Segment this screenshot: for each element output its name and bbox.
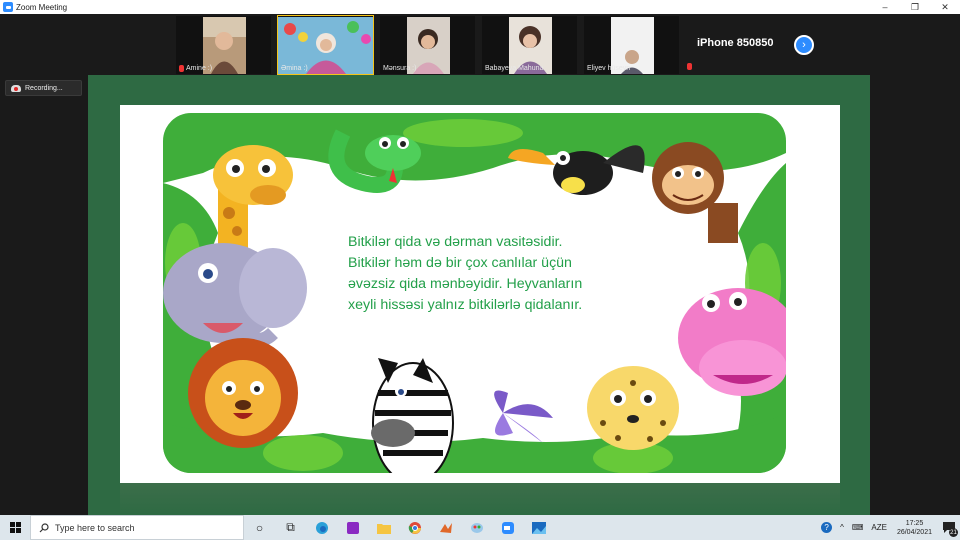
file-explorer-icon[interactable] xyxy=(368,515,399,540)
windows-taskbar: Type here to search ○ ⧉ ? ^ ⌨ AZE 17:25 … xyxy=(0,515,960,540)
participant-tile[interactable]: Amine :) xyxy=(175,15,272,75)
participant-tile-name-only[interactable]: iPhone 850850 xyxy=(680,15,790,75)
notification-center-button[interactable]: 21 xyxy=(938,515,960,540)
help-icon[interactable]: ? xyxy=(821,522,833,533)
maximize-button[interactable]: ❐ xyxy=(900,0,930,14)
task-view-icon[interactable]: ⧉ xyxy=(275,515,306,540)
recording-label: Recording... xyxy=(25,84,63,92)
clock-time: 17:25 xyxy=(905,519,924,527)
participant-name: Babayeva Mahuna xyxy=(485,65,544,72)
edge-icon[interactable] xyxy=(306,515,337,540)
start-button[interactable] xyxy=(0,515,30,540)
close-button[interactable]: ✕ xyxy=(930,0,960,14)
taskbar-search[interactable]: Type here to search xyxy=(30,515,244,540)
participant-tile[interactable]: Babayeva Mahuna xyxy=(481,15,578,75)
participant-label: Əmina :) xyxy=(281,65,308,72)
clock[interactable]: 17:25 26/04/2021 xyxy=(897,519,932,537)
matlab-icon[interactable] xyxy=(430,515,461,540)
minimize-button[interactable]: – xyxy=(870,0,900,14)
participant-name: iPhone 850850 xyxy=(697,37,774,49)
notification-count: 21 xyxy=(949,528,958,537)
clock-date: 26/04/2021 xyxy=(896,528,932,536)
participant-label: Amine :) xyxy=(179,65,212,72)
slide-text-line: Bitkilər qida və dərman vasitəsidir. xyxy=(348,234,563,250)
participant-label: Mənsura :) xyxy=(383,65,416,72)
cortana-icon[interactable]: ○ xyxy=(244,515,275,540)
system-tray: ? ^ ⌨ AZE 17:25 26/04/2021 21 xyxy=(817,515,960,540)
window-title: Zoom Meeting xyxy=(16,2,68,12)
keyboard-icon[interactable]: ⌨ xyxy=(852,523,864,532)
participant-name: Mənsura :) xyxy=(383,65,417,72)
tray-overflow-chevron-icon[interactable]: ^ xyxy=(840,523,844,532)
muted-mic-icon xyxy=(687,63,692,70)
participant-tile[interactable]: Eliyev hüseyn xyxy=(583,15,680,75)
windows-logo-icon xyxy=(9,522,21,533)
paint-icon[interactable] xyxy=(461,515,492,540)
slide-text-line: Bitkilər həm də bir çox canlılar üçün xyxy=(348,255,572,271)
slide-reflection xyxy=(120,483,840,515)
slide-text-block: Bitkilər qida və dərman vasitəsidir. Bit… xyxy=(348,232,658,316)
language-indicator[interactable]: AZE xyxy=(871,523,887,532)
participant-tile-active[interactable]: Əmina :) xyxy=(277,15,374,75)
window-titlebar: Zoom Meeting – ❐ ✕ xyxy=(0,0,960,14)
participant-label: Babayeva Mahuna xyxy=(485,65,543,72)
search-icon xyxy=(39,522,49,532)
participant-name: Əmina :) xyxy=(281,65,308,72)
slide-text-line: əvəzsiz qida mənbəyidir. Heyvanların xyxy=(348,276,583,292)
participant-label: Eliyev hüseyn xyxy=(587,65,630,72)
participant-tile[interactable]: Mənsura :) xyxy=(379,15,476,75)
onenote-icon[interactable] xyxy=(337,515,368,540)
recording-indicator[interactable]: Recording... xyxy=(5,80,82,96)
participant-name: Amine :) xyxy=(186,65,213,72)
next-page-button[interactable]: › xyxy=(794,35,814,55)
photos-icon[interactable] xyxy=(523,515,554,540)
muted-mic-icon xyxy=(179,65,184,72)
window-controls: – ❐ ✕ xyxy=(870,0,960,14)
zoom-icon[interactable] xyxy=(492,515,523,540)
cloud-record-icon xyxy=(11,84,21,92)
slide-text-line: xeyli hissəsi yalnız bitkilərlə qidalanı… xyxy=(348,297,583,313)
participant-name: Eliyev hüseyn xyxy=(587,65,631,72)
search-placeholder: Type here to search xyxy=(55,522,135,533)
participant-strip: Amine :) Əmina :) Mənsura :) Babayeva Ma… xyxy=(0,14,960,76)
chrome-icon[interactable] xyxy=(399,515,430,540)
zoom-app-icon xyxy=(3,2,13,12)
